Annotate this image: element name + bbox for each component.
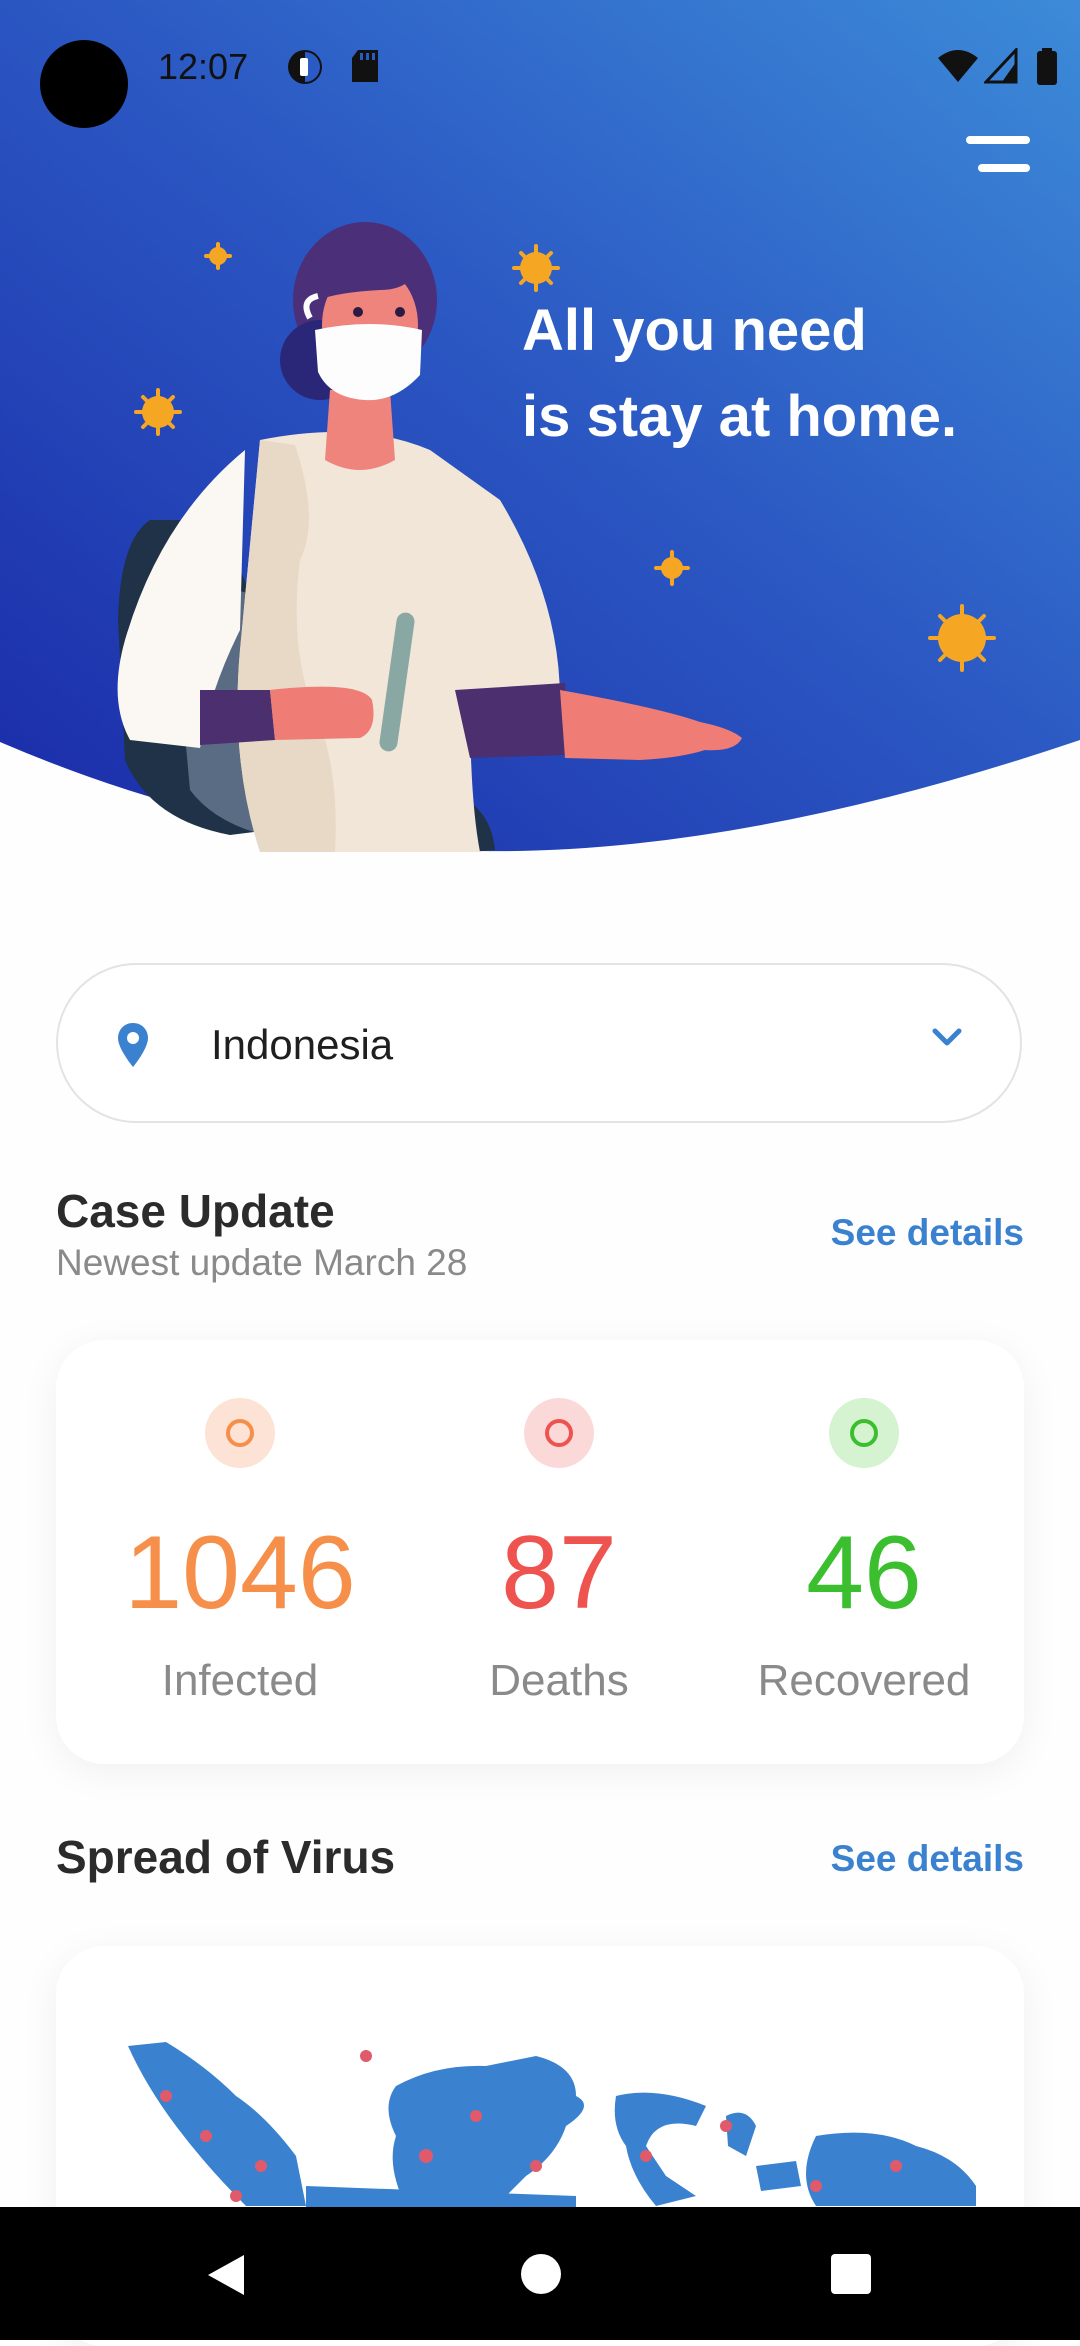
spread-title: Spread of Virus [56,1831,396,1883]
chevron-down-icon [930,1025,964,1054]
home-button[interactable] [520,2253,562,2300]
location-pin-icon [116,1021,150,1074]
signal-icon [982,46,1018,89]
recovered-label: Recovered [757,1656,971,1705]
deaths-indicator-icon [524,1398,594,1468]
country-name: Indonesia [211,1021,394,1068]
deaths-label: Deaths [489,1656,629,1705]
menu-button[interactable] [958,130,1030,180]
status-time: 12:07 [158,46,249,87]
infected-label: Infected [161,1656,319,1705]
battery-icon [1036,48,1058,91]
stat-infected: 1046 Infected [90,1340,390,1706]
data-saver-icon [286,48,324,91]
recents-button[interactable] [830,2253,872,2300]
infected-indicator-icon [205,1398,275,1468]
recents-square-icon [831,2254,871,2294]
back-button[interactable] [204,2253,248,2302]
stat-recovered: 46 Recovered [714,1340,1014,1706]
recovered-count: 46 [806,1515,922,1631]
wifi-icon [936,48,980,89]
hero-headline: All you need is stay at home. [522,288,957,460]
recovered-indicator-icon [829,1398,899,1468]
case-update-subtitle: Newest update March 28 [56,1242,468,1283]
menu-icon-line [978,164,1030,172]
spread-see-details-link[interactable]: See details [831,1838,1024,1880]
case-update-title: Case Update [56,1185,335,1237]
home-circle-icon [521,2254,561,2294]
deaths-count: 87 [501,1515,617,1631]
hero-banner: 12:07 All you need is stay at home. [0,0,1080,860]
country-selector[interactable]: Indonesia [56,963,1022,1123]
hero-headline-line2: is stay at home. [522,384,958,449]
hero-headline-line1: All you need [522,298,867,363]
stat-deaths: 87 Deaths [409,1340,709,1706]
infected-count: 1046 [124,1515,356,1631]
back-triangle-icon [208,2255,244,2295]
camera-cutout [40,40,128,128]
sd-card-icon [350,48,380,89]
menu-icon [966,136,1030,144]
status-bar: 12:07 [0,0,1080,140]
case-update-see-details-link[interactable]: See details [831,1212,1024,1254]
case-stats-card: 1046 Infected 87 Deaths 46 Recovered [56,1340,1024,1764]
system-nav-bar [0,2207,1080,2340]
